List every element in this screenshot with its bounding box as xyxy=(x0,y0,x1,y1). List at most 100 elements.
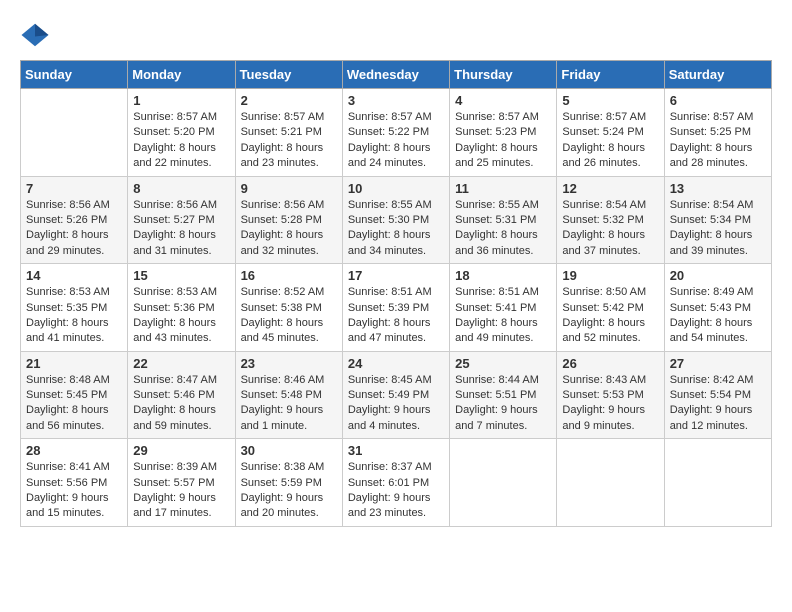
day-number: 11 xyxy=(455,181,551,196)
day-cell: 12 Sunrise: 8:54 AMSunset: 5:32 PMDayligh… xyxy=(557,176,664,264)
day-cell xyxy=(664,439,771,527)
day-info: Sunrise: 8:38 AMSunset: 5:59 PMDaylight:… xyxy=(241,460,337,522)
day-info: Sunrise: 8:57 AMSunset: 5:20 PMDaylight:… xyxy=(133,110,229,172)
day-info: Sunrise: 8:54 AMSunset: 5:34 PMDaylight:… xyxy=(670,198,766,260)
day-info: Sunrise: 8:51 AMSunset: 5:39 PMDaylight:… xyxy=(348,285,444,347)
day-number: 18 xyxy=(455,268,551,283)
day-number: 21 xyxy=(26,356,122,371)
day-info: Sunrise: 8:49 AMSunset: 5:43 PMDaylight:… xyxy=(670,285,766,347)
day-number: 8 xyxy=(133,181,229,196)
day-info: Sunrise: 8:52 AMSunset: 5:38 PMDaylight:… xyxy=(241,285,337,347)
day-info: Sunrise: 8:43 AMSunset: 5:53 PMDaylight:… xyxy=(562,373,658,435)
day-info: Sunrise: 8:57 AMSunset: 5:23 PMDaylight:… xyxy=(455,110,551,172)
day-info: Sunrise: 8:55 AMSunset: 5:31 PMDaylight:… xyxy=(455,198,551,260)
logo xyxy=(20,20,54,50)
day-number: 12 xyxy=(562,181,658,196)
day-cell: 16 Sunrise: 8:52 AMSunset: 5:38 PMDayligh… xyxy=(235,264,342,352)
day-number: 30 xyxy=(241,443,337,458)
day-info: Sunrise: 8:42 AMSunset: 5:54 PMDaylight:… xyxy=(670,373,766,435)
day-cell: 14 Sunrise: 8:53 AMSunset: 5:35 PMDayligh… xyxy=(21,264,128,352)
day-number: 17 xyxy=(348,268,444,283)
day-info: Sunrise: 8:45 AMSunset: 5:49 PMDaylight:… xyxy=(348,373,444,435)
day-cell: 19Sunrise: 8:50 AMSunset: 5:42 PMDayligh… xyxy=(557,264,664,352)
day-number: 10 xyxy=(348,181,444,196)
day-cell: 2 Sunrise: 8:57 AMSunset: 5:21 PMDaylight… xyxy=(235,89,342,177)
day-cell: 6Sunrise: 8:57 AMSunset: 5:25 PMDaylight… xyxy=(664,89,771,177)
day-number: 26 xyxy=(562,356,658,371)
weekday-header-tuesday: Tuesday xyxy=(235,61,342,89)
day-cell xyxy=(21,89,128,177)
day-number: 23 xyxy=(241,356,337,371)
day-number: 2 xyxy=(241,93,337,108)
day-number: 20 xyxy=(670,268,766,283)
weekday-header-saturday: Saturday xyxy=(664,61,771,89)
day-cell: 3 Sunrise: 8:57 AMSunset: 5:22 PMDaylight… xyxy=(342,89,449,177)
day-number: 16 xyxy=(241,268,337,283)
weekday-header-wednesday: Wednesday xyxy=(342,61,449,89)
day-number: 4 xyxy=(455,93,551,108)
day-cell: 25 Sunrise: 8:44 AMSunset: 5:51 PMDayligh… xyxy=(450,351,557,439)
day-info: Sunrise: 8:57 AMSunset: 5:21 PMDaylight:… xyxy=(241,110,337,172)
day-cell: 20 Sunrise: 8:49 AMSunset: 5:43 PMDayligh… xyxy=(664,264,771,352)
day-info: Sunrise: 8:57 AMSunset: 5:25 PMDaylight:… xyxy=(670,110,766,172)
day-number: 1 xyxy=(133,93,229,108)
day-cell: 15Sunrise: 8:53 AMSunset: 5:36 PMDayligh… xyxy=(128,264,235,352)
day-number: 25 xyxy=(455,356,551,371)
weekday-header-row: SundayMondayTuesdayWednesdayThursdayFrid… xyxy=(21,61,772,89)
day-number: 29 xyxy=(133,443,229,458)
day-cell xyxy=(450,439,557,527)
weekday-header-monday: Monday xyxy=(128,61,235,89)
day-number: 28 xyxy=(26,443,122,458)
week-row-1: 1 Sunrise: 8:57 AMSunset: 5:20 PMDaylight… xyxy=(21,89,772,177)
weekday-header-sunday: Sunday xyxy=(21,61,128,89)
day-cell: 8 Sunrise: 8:56 AMSunset: 5:27 PMDaylight… xyxy=(128,176,235,264)
day-cell: 22 Sunrise: 8:47 AMSunset: 5:46 PMDayligh… xyxy=(128,351,235,439)
day-cell: 17 Sunrise: 8:51 AMSunset: 5:39 PMDayligh… xyxy=(342,264,449,352)
calendar: SundayMondayTuesdayWednesdayThursdayFrid… xyxy=(20,60,772,527)
day-info: Sunrise: 8:56 AMSunset: 5:27 PMDaylight:… xyxy=(133,198,229,260)
day-cell: 24Sunrise: 8:45 AMSunset: 5:49 PMDayligh… xyxy=(342,351,449,439)
day-number: 31 xyxy=(348,443,444,458)
page-header xyxy=(20,20,772,50)
day-cell: 4 Sunrise: 8:57 AMSunset: 5:23 PMDaylight… xyxy=(450,89,557,177)
day-number: 22 xyxy=(133,356,229,371)
day-cell xyxy=(557,439,664,527)
day-info: Sunrise: 8:54 AMSunset: 5:32 PMDaylight:… xyxy=(562,198,658,260)
day-info: Sunrise: 8:41 AMSunset: 5:56 PMDaylight:… xyxy=(26,460,122,522)
day-number: 3 xyxy=(348,93,444,108)
logo-icon xyxy=(20,20,50,50)
day-cell: 13 Sunrise: 8:54 AMSunset: 5:34 PMDayligh… xyxy=(664,176,771,264)
day-cell: 5Sunrise: 8:57 AMSunset: 5:24 PMDaylight… xyxy=(557,89,664,177)
day-number: 13 xyxy=(670,181,766,196)
day-number: 7 xyxy=(26,181,122,196)
day-cell: 21 Sunrise: 8:48 AMSunset: 5:45 PMDayligh… xyxy=(21,351,128,439)
day-cell: 30 Sunrise: 8:38 AMSunset: 5:59 PMDayligh… xyxy=(235,439,342,527)
day-info: Sunrise: 8:57 AMSunset: 5:24 PMDaylight:… xyxy=(562,110,658,172)
day-info: Sunrise: 8:46 AMSunset: 5:48 PMDaylight:… xyxy=(241,373,337,435)
day-number: 19 xyxy=(562,268,658,283)
day-info: Sunrise: 8:47 AMSunset: 5:46 PMDaylight:… xyxy=(133,373,229,435)
day-info: Sunrise: 8:53 AMSunset: 5:35 PMDaylight:… xyxy=(26,285,122,347)
day-cell: 31 Sunrise: 8:37 AMSunset: 6:01 PMDayligh… xyxy=(342,439,449,527)
day-cell: 11 Sunrise: 8:55 AMSunset: 5:31 PMDayligh… xyxy=(450,176,557,264)
week-row-3: 14 Sunrise: 8:53 AMSunset: 5:35 PMDayligh… xyxy=(21,264,772,352)
day-info: Sunrise: 8:48 AMSunset: 5:45 PMDaylight:… xyxy=(26,373,122,435)
day-info: Sunrise: 8:37 AMSunset: 6:01 PMDaylight:… xyxy=(348,460,444,522)
weekday-header-thursday: Thursday xyxy=(450,61,557,89)
weekday-header-friday: Friday xyxy=(557,61,664,89)
day-info: Sunrise: 8:57 AMSunset: 5:22 PMDaylight:… xyxy=(348,110,444,172)
day-info: Sunrise: 8:39 AMSunset: 5:57 PMDaylight:… xyxy=(133,460,229,522)
day-info: Sunrise: 8:55 AMSunset: 5:30 PMDaylight:… xyxy=(348,198,444,260)
day-number: 14 xyxy=(26,268,122,283)
day-cell: 7 Sunrise: 8:56 AMSunset: 5:26 PMDaylight… xyxy=(21,176,128,264)
day-info: Sunrise: 8:56 AMSunset: 5:26 PMDaylight:… xyxy=(26,198,122,260)
week-row-5: 28 Sunrise: 8:41 AMSunset: 5:56 PMDayligh… xyxy=(21,439,772,527)
day-cell: 27Sunrise: 8:42 AMSunset: 5:54 PMDayligh… xyxy=(664,351,771,439)
day-info: Sunrise: 8:53 AMSunset: 5:36 PMDaylight:… xyxy=(133,285,229,347)
week-row-2: 7 Sunrise: 8:56 AMSunset: 5:26 PMDaylight… xyxy=(21,176,772,264)
day-cell: 29 Sunrise: 8:39 AMSunset: 5:57 PMDayligh… xyxy=(128,439,235,527)
day-cell: 10 Sunrise: 8:55 AMSunset: 5:30 PMDayligh… xyxy=(342,176,449,264)
day-info: Sunrise: 8:51 AMSunset: 5:41 PMDaylight:… xyxy=(455,285,551,347)
day-cell: 28 Sunrise: 8:41 AMSunset: 5:56 PMDayligh… xyxy=(21,439,128,527)
day-info: Sunrise: 8:44 AMSunset: 5:51 PMDaylight:… xyxy=(455,373,551,435)
